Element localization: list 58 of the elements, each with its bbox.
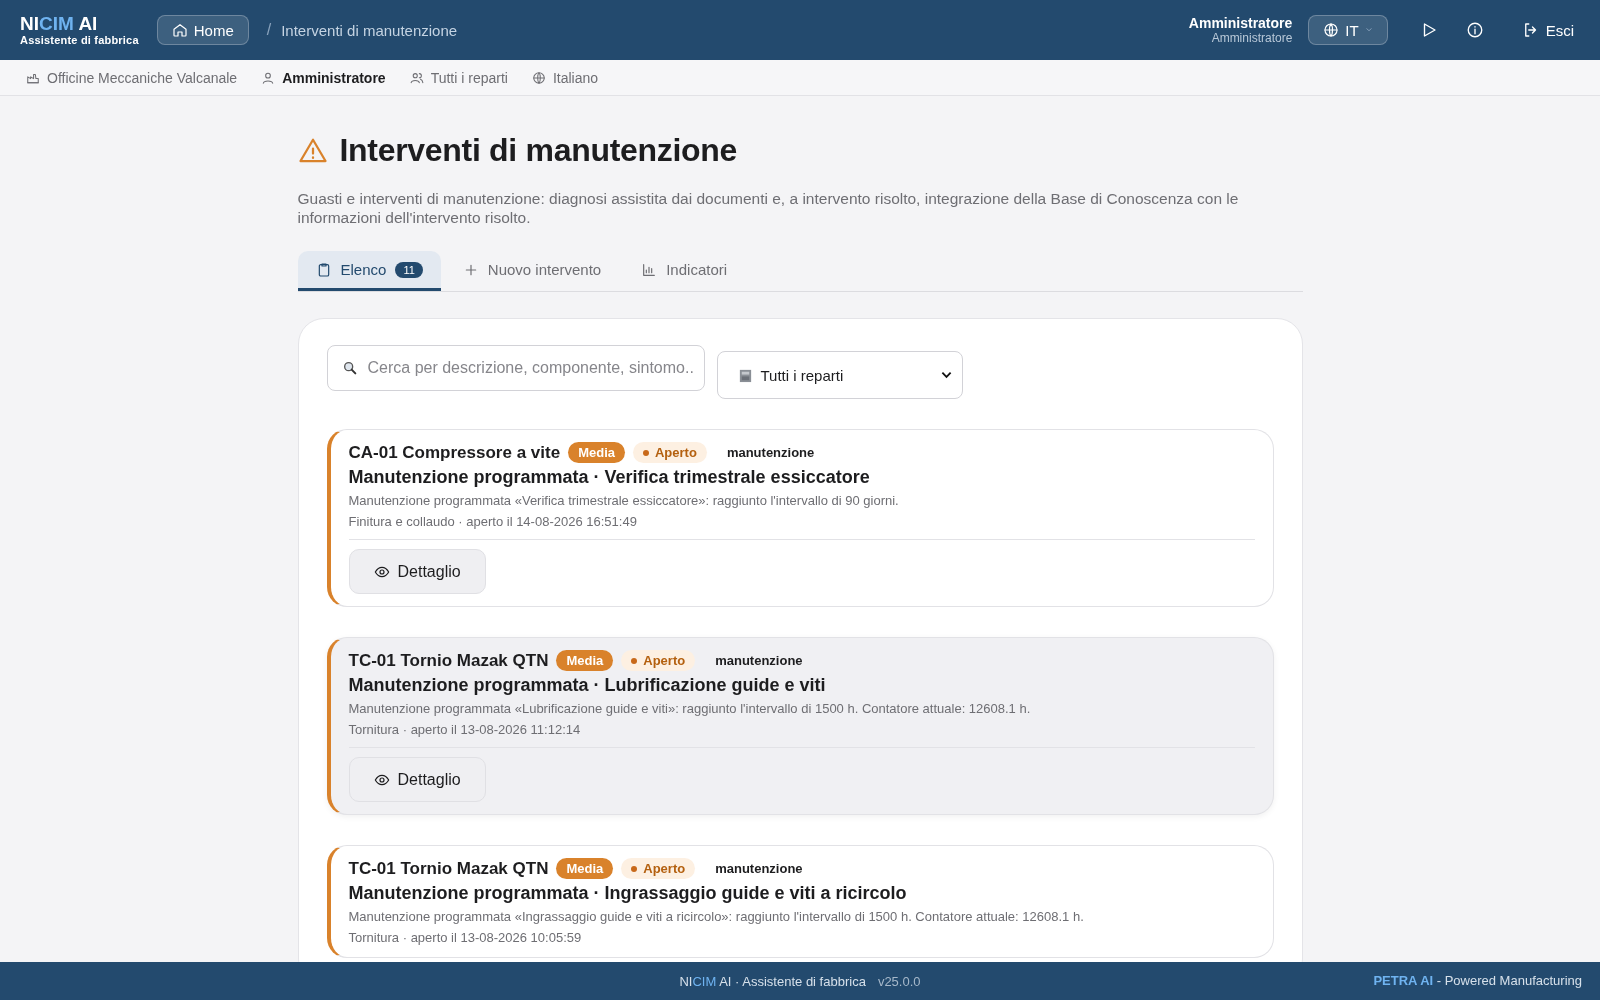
priority-badge: Media: [556, 858, 614, 879]
type-label: manutenzione: [726, 445, 815, 460]
machine-name: TC-01 Tornio Mazak QTN: [348, 650, 549, 671]
breadcrumb: Interventi di manutenzione: [281, 21, 458, 39]
type-label: manutenzione: [715, 653, 803, 668]
chevron-icon: [940, 371, 952, 379]
search-field[interactable]: Cerca per descrizione, componente, sintomo..: [326, 345, 705, 391]
tab[interactable]: Nuovo intervento: [444, 251, 620, 291]
status-badge: Aperto: [621, 650, 696, 671]
breadcrumb-separator: /: [266, 21, 272, 39]
intervention-meta: Tornitura · aperto il 13-08-2026 10:05:59: [348, 930, 583, 945]
users-icon: [409, 70, 424, 85]
intervention-description: Manutenzione programmata «Verifica trimestrale essiccatore»: raggiunto l'intervallo di 90 giorni.: [348, 493, 900, 508]
app-subtitle: Assistente di fabbrica: [20, 34, 139, 46]
building-icon: [737, 367, 753, 383]
search-icon: [341, 360, 358, 376]
type-label: manutenzione: [715, 861, 803, 876]
powered-by: PETRA AI - Powered Manufacturing: [1373, 973, 1582, 988]
home-button[interactable]: Home: [156, 15, 249, 45]
intervention-title: Manutenzione programmata · Verifica trimestrale essiccatore: [348, 467, 871, 488]
intervention-description: Manutenzione programmata «Lubrificazione guide e viti»: raggiunto l'intervallo di 1500 h. Contatore attuale: 12608.1 h.: [348, 701, 1032, 716]
status-badge: Aperto: [633, 442, 707, 463]
intervention-title: Manutenzione programmata · Ingrassaggio guide e viti a ricircolo: [348, 883, 908, 904]
machine-name: CA-01 Compressore a vite: [348, 442, 561, 463]
app-logo: NICIM AI: [20, 14, 99, 34]
tab[interactable]: Elenco 11: [297, 251, 441, 291]
intervention-meta: Tornitura · aperto il 13-08-2026 11:12:14: [348, 722, 582, 737]
user-role: Amministratore: [1211, 31, 1293, 45]
detail-button[interactable]: Dettaglio: [348, 549, 486, 594]
globe-icon: [531, 70, 546, 85]
machine-name: TC-01 Tornio Mazak QTN: [348, 858, 549, 879]
context-label: Amministratore: [282, 69, 386, 86]
home-icon: [171, 22, 188, 38]
caret-icon: [1364, 27, 1373, 33]
context-label: Tutti i reparti: [430, 69, 508, 86]
tab[interactable]: Indicatori: [623, 251, 746, 291]
bar-chart-icon: [641, 261, 658, 278]
priority-badge: Media: [568, 442, 625, 463]
logout-button[interactable]: Esci: [1515, 20, 1580, 40]
page-title: Interventi di manutenzione: [339, 132, 738, 169]
context-label: Officine Meccaniche Valcanale: [47, 69, 238, 86]
priority-badge: Media: [556, 650, 614, 671]
status-badge: Aperto: [621, 858, 696, 879]
department-select[interactable]: Tutti i reparti: [716, 351, 963, 399]
count-badge: 11: [395, 261, 423, 278]
globe-icon: [1323, 22, 1340, 38]
intervention-title: Manutenzione programmata · Lubrificazione guide e viti: [348, 675, 827, 696]
footer-brand: NICIM AI · Assistente di fabbrica: [679, 973, 866, 989]
intervention-meta: Finitura e collaudo · aperto il 14-08-2026 16:51:49: [348, 514, 638, 529]
info-icon: [1465, 21, 1484, 39]
language-selector[interactable]: IT: [1308, 15, 1388, 45]
context-label: Italiano: [552, 69, 599, 86]
user-name: Amministratore: [1188, 15, 1293, 31]
page-description: Guasti e interventi di manutenzione: diagnosi assistita dai documenti e, a intervento risolto, integrazione della Base di Conoscenza con le informazioni dell'intervento risolto.: [297, 189, 1240, 227]
intervention-description: Manutenzione programmata «Ingrassaggio guide e viti a ricircolo»: raggiunto l'intervallo di 1500 h. Contatore attuale: 12608.1 h.: [348, 909, 1085, 924]
version-label: v25.0.0: [877, 973, 921, 989]
detail-button[interactable]: Dettaglio: [348, 757, 486, 802]
user-icon: [261, 70, 276, 85]
